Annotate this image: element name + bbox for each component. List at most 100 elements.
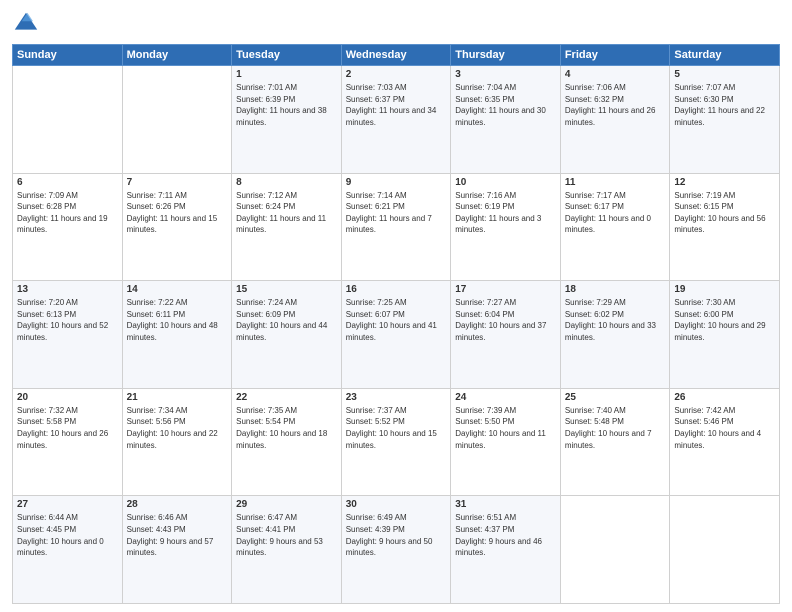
calendar-cell: 29 Sunrise: 6:47 AM Sunset: 4:41 PM Dayli… [232, 496, 342, 604]
calendar-table: SundayMondayTuesdayWednesdayThursdayFrid… [12, 44, 780, 604]
calendar-cell: 8 Sunrise: 7:12 AM Sunset: 6:24 PM Daylig… [232, 173, 342, 281]
day-info: Sunrise: 7:24 AM Sunset: 6:09 PM Dayligh… [236, 297, 337, 343]
day-info: Sunrise: 7:14 AM Sunset: 6:21 PM Dayligh… [346, 190, 447, 236]
weekday-monday: Monday [122, 45, 232, 66]
day-number: 11 [565, 177, 666, 188]
day-info: Sunrise: 7:22 AM Sunset: 6:11 PM Dayligh… [127, 297, 228, 343]
day-info: Sunrise: 7:40 AM Sunset: 5:48 PM Dayligh… [565, 405, 666, 451]
day-number: 3 [455, 69, 556, 80]
calendar-cell: 15 Sunrise: 7:24 AM Sunset: 6:09 PM Dayli… [232, 281, 342, 389]
day-number: 25 [565, 392, 666, 403]
calendar-cell: 28Sunrise: 6:46 AM Sunset: 4:43 PM Dayli… [122, 496, 232, 604]
day-info: Sunrise: 7:07 AM Sunset: 6:30 PM Dayligh… [674, 82, 775, 128]
day-info: Sunrise: 7:01 AM Sunset: 6:39 PM Dayligh… [236, 82, 337, 128]
day-number: 17 [455, 284, 556, 295]
calendar-cell: 4Sunrise: 7:06 AM Sunset: 6:32 PM Daylig… [560, 66, 670, 174]
day-info: Sunrise: 7:37 AM Sunset: 5:52 PM Dayligh… [346, 405, 447, 451]
day-number: 15 [236, 284, 337, 295]
weekday-header-row: SundayMondayTuesdayWednesdayThursdayFrid… [13, 45, 780, 66]
calendar-cell: 16Sunrise: 7:25 AM Sunset: 6:07 PM Dayli… [341, 281, 451, 389]
weekday-saturday: Saturday [670, 45, 780, 66]
day-number: 2 [346, 69, 447, 80]
calendar-cell: 6 Sunrise: 7:09 AM Sunset: 6:28 PM Daylig… [13, 173, 123, 281]
day-info: Sunrise: 7:30 AM Sunset: 6:00 PM Dayligh… [674, 297, 775, 343]
day-info: Sunrise: 6:47 AM Sunset: 4:41 PM Dayligh… [236, 512, 337, 558]
calendar-cell: 30Sunrise: 6:49 AM Sunset: 4:39 PM Dayli… [341, 496, 451, 604]
day-number: 10 [455, 177, 556, 188]
calendar-cell: 17 Sunrise: 7:27 AM Sunset: 6:04 PM Dayli… [451, 281, 561, 389]
day-number: 20 [17, 392, 118, 403]
calendar-week-4: 20 Sunrise: 7:32 AM Sunset: 5:58 PM Dayli… [13, 388, 780, 496]
day-number: 4 [565, 69, 666, 80]
calendar-week-2: 6 Sunrise: 7:09 AM Sunset: 6:28 PM Daylig… [13, 173, 780, 281]
day-number: 24 [455, 392, 556, 403]
day-info: Sunrise: 7:12 AM Sunset: 6:24 PM Dayligh… [236, 190, 337, 236]
day-info: Sunrise: 6:44 AM Sunset: 4:45 PM Dayligh… [17, 512, 118, 558]
logo-icon [12, 10, 40, 38]
day-number: 8 [236, 177, 337, 188]
calendar-cell: 14Sunrise: 7:22 AM Sunset: 6:11 PM Dayli… [122, 281, 232, 389]
day-number: 27 [17, 499, 118, 510]
day-info: Sunrise: 7:16 AM Sunset: 6:19 PM Dayligh… [455, 190, 556, 236]
calendar-cell [13, 66, 123, 174]
day-number: 31 [455, 499, 556, 510]
day-info: Sunrise: 7:42 AM Sunset: 5:46 PM Dayligh… [674, 405, 775, 451]
weekday-thursday: Thursday [451, 45, 561, 66]
calendar-cell: 25 Sunrise: 7:40 AM Sunset: 5:48 PM Dayli… [560, 388, 670, 496]
day-info: Sunrise: 7:09 AM Sunset: 6:28 PM Dayligh… [17, 190, 118, 236]
day-info: Sunrise: 6:51 AM Sunset: 4:37 PM Dayligh… [455, 512, 556, 558]
calendar-cell: 2 Sunrise: 7:03 AM Sunset: 6:37 PM Daylig… [341, 66, 451, 174]
day-info: Sunrise: 7:27 AM Sunset: 6:04 PM Dayligh… [455, 297, 556, 343]
day-number: 29 [236, 499, 337, 510]
calendar-week-5: 27 Sunrise: 6:44 AM Sunset: 4:45 PM Dayli… [13, 496, 780, 604]
calendar-cell: 10 Sunrise: 7:16 AM Sunset: 6:19 PM Dayli… [451, 173, 561, 281]
calendar-cell [670, 496, 780, 604]
day-number: 7 [127, 177, 228, 188]
day-info: Sunrise: 7:35 AM Sunset: 5:54 PM Dayligh… [236, 405, 337, 451]
day-info: Sunrise: 7:19 AM Sunset: 6:15 PM Dayligh… [674, 190, 775, 236]
calendar-cell: 24 Sunrise: 7:39 AM Sunset: 5:50 PM Dayli… [451, 388, 561, 496]
calendar-cell: 1Sunrise: 7:01 AM Sunset: 6:39 PM Daylig… [232, 66, 342, 174]
calendar-cell: 31 Sunrise: 6:51 AM Sunset: 4:37 PM Dayli… [451, 496, 561, 604]
day-number: 30 [346, 499, 447, 510]
calendar-cell: 27 Sunrise: 6:44 AM Sunset: 4:45 PM Dayli… [13, 496, 123, 604]
calendar-cell: 13Sunrise: 7:20 AM Sunset: 6:13 PM Dayli… [13, 281, 123, 389]
calendar-cell: 20 Sunrise: 7:32 AM Sunset: 5:58 PM Dayli… [13, 388, 123, 496]
logo [12, 10, 44, 38]
calendar-week-1: 1Sunrise: 7:01 AM Sunset: 6:39 PM Daylig… [13, 66, 780, 174]
calendar-cell [122, 66, 232, 174]
day-info: Sunrise: 7:17 AM Sunset: 6:17 PM Dayligh… [565, 190, 666, 236]
day-info: Sunrise: 7:11 AM Sunset: 6:26 PM Dayligh… [127, 190, 228, 236]
day-info: Sunrise: 7:34 AM Sunset: 5:56 PM Dayligh… [127, 405, 228, 451]
day-number: 22 [236, 392, 337, 403]
day-info: Sunrise: 7:04 AM Sunset: 6:35 PM Dayligh… [455, 82, 556, 128]
calendar-cell: 9 Sunrise: 7:14 AM Sunset: 6:21 PM Daylig… [341, 173, 451, 281]
calendar-cell: 23 Sunrise: 7:37 AM Sunset: 5:52 PM Dayli… [341, 388, 451, 496]
calendar-body: 1Sunrise: 7:01 AM Sunset: 6:39 PM Daylig… [13, 66, 780, 604]
day-info: Sunrise: 7:29 AM Sunset: 6:02 PM Dayligh… [565, 297, 666, 343]
calendar-cell: 26 Sunrise: 7:42 AM Sunset: 5:46 PM Dayli… [670, 388, 780, 496]
day-number: 5 [674, 69, 775, 80]
calendar-cell: 11 Sunrise: 7:17 AM Sunset: 6:17 PM Dayli… [560, 173, 670, 281]
calendar-cell [560, 496, 670, 604]
day-number: 23 [346, 392, 447, 403]
calendar-cell: 18 Sunrise: 7:29 AM Sunset: 6:02 PM Dayli… [560, 281, 670, 389]
day-info: Sunrise: 7:39 AM Sunset: 5:50 PM Dayligh… [455, 405, 556, 451]
weekday-wednesday: Wednesday [341, 45, 451, 66]
day-number: 6 [17, 177, 118, 188]
day-info: Sunrise: 7:03 AM Sunset: 6:37 PM Dayligh… [346, 82, 447, 128]
page-header [12, 10, 780, 38]
day-number: 9 [346, 177, 447, 188]
calendar-cell: 5 Sunrise: 7:07 AM Sunset: 6:30 PM Daylig… [670, 66, 780, 174]
day-number: 21 [127, 392, 228, 403]
calendar-cell: 12Sunrise: 7:19 AM Sunset: 6:15 PM Dayli… [670, 173, 780, 281]
day-number: 28 [127, 499, 228, 510]
day-number: 26 [674, 392, 775, 403]
day-number: 16 [346, 284, 447, 295]
day-info: Sunrise: 7:32 AM Sunset: 5:58 PM Dayligh… [17, 405, 118, 451]
weekday-sunday: Sunday [13, 45, 123, 66]
day-number: 18 [565, 284, 666, 295]
weekday-tuesday: Tuesday [232, 45, 342, 66]
calendar-cell: 7 Sunrise: 7:11 AM Sunset: 6:26 PM Daylig… [122, 173, 232, 281]
calendar-cell: 22 Sunrise: 7:35 AM Sunset: 5:54 PM Dayli… [232, 388, 342, 496]
